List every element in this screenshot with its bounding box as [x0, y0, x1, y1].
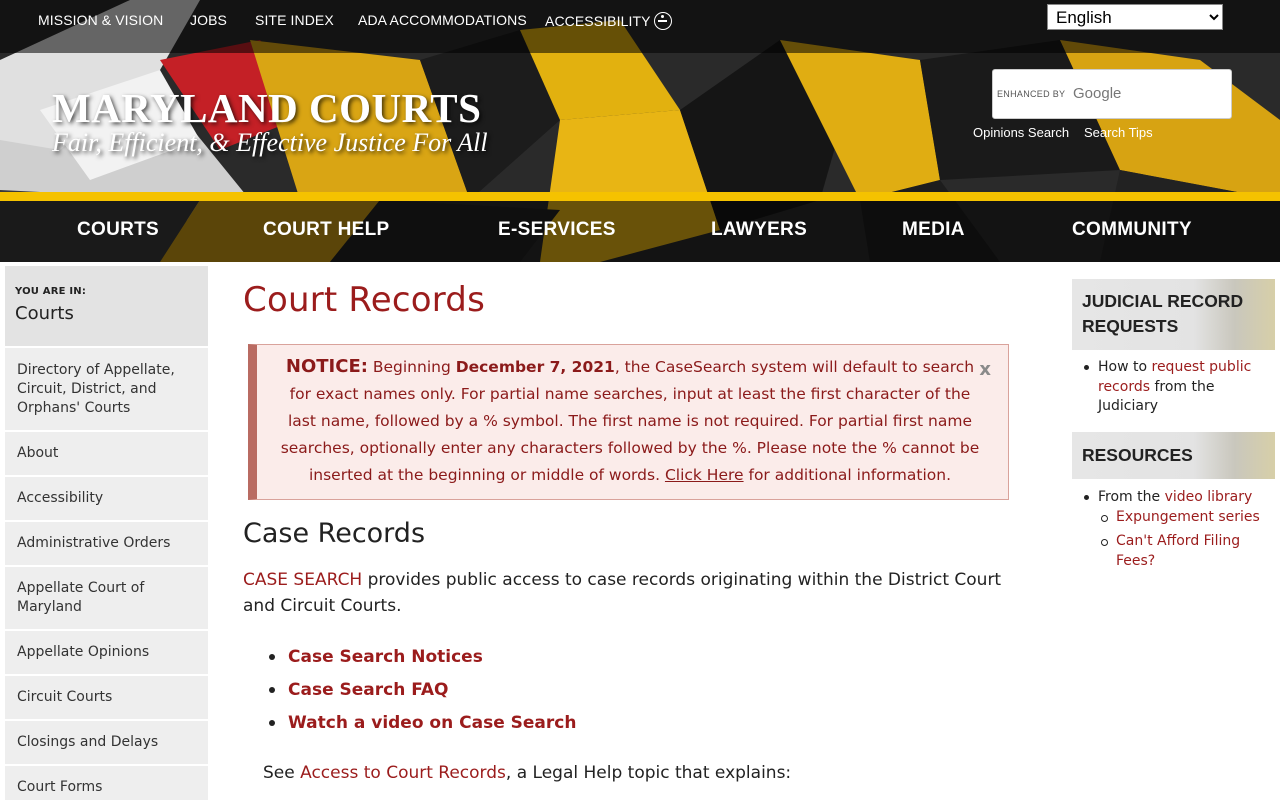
search-tips-link[interactable]: Search Tips: [1084, 125, 1153, 140]
sidebar-item-about[interactable]: About: [5, 430, 208, 475]
notice-text-c: for additional information.: [743, 466, 952, 484]
resources-list-item: From the video library Expungement serie…: [1084, 488, 1274, 571]
expungement-series-link[interactable]: Expungement series: [1116, 509, 1260, 525]
resources-sub-list: Expungement series Can't Afford Filing F…: [1101, 508, 1274, 572]
enhanced-by-label: ENHANCED BY: [997, 89, 1066, 99]
you-are-in-box: YOU ARE IN: Courts: [5, 266, 208, 346]
accessibility-link-label: ACCESSIBILITY: [545, 13, 651, 29]
cant-afford-filing-fees-link[interactable]: Can't Afford Filing Fees?: [1116, 533, 1240, 569]
access-records-line: See Access to Court Records, a Legal Hel…: [263, 763, 791, 783]
notice-close-button[interactable]: x: [979, 359, 991, 380]
judicial-record-requests-heading: JUDICIAL RECORD REQUESTS: [1072, 279, 1275, 350]
records-list: How to request public records from the J…: [1084, 358, 1264, 417]
notice-date: December 7, 2021: [455, 358, 615, 376]
notice-click-here-link[interactable]: Click Here: [665, 466, 744, 484]
page-title: Court Records: [243, 280, 485, 320]
case-search-video-link[interactable]: Watch a video on Case Search: [267, 710, 576, 743]
site-tagline: Fair, Efficient, & Effective Justice For…: [52, 128, 488, 157]
mission-vision-link[interactable]: MISSION & VISION: [38, 12, 163, 28]
case-search-faq-link[interactable]: Case Search FAQ: [267, 677, 576, 710]
notice-label: NOTICE:: [285, 356, 368, 377]
records-list-item: How to request public records from the J…: [1084, 358, 1264, 417]
you-are-in-label: YOU ARE IN:: [15, 286, 87, 297]
gold-divider: [0, 192, 1280, 201]
cant-afford-fees-link-item: Can't Afford Filing Fees?: [1101, 532, 1274, 571]
resources-text: From the: [1098, 489, 1165, 505]
case-search-links: Case Search Notices Case Search FAQ Watc…: [267, 644, 576, 743]
nav-court-help[interactable]: COURT HELP: [263, 219, 390, 241]
access-to-court-records-link[interactable]: Access to Court Records: [300, 763, 506, 783]
sidebar-item-appellate-opinions[interactable]: Appellate Opinions: [5, 629, 208, 674]
sidebar-item-closings-delays[interactable]: Closings and Delays: [5, 719, 208, 764]
main-nav: COURTS COURT HELP E-SERVICES LAWYERS MED…: [0, 201, 1280, 262]
notice-text-a: Beginning: [367, 358, 456, 376]
sidebar-item-directory[interactable]: Directory of Appellate, Circuit, Distric…: [5, 346, 208, 430]
resources-heading: RESOURCES: [1072, 432, 1275, 479]
video-library-link[interactable]: video library: [1165, 489, 1253, 505]
sidebar-item-appellate-court[interactable]: Appellate Court of Maryland: [5, 565, 208, 629]
site-index-link[interactable]: SITE INDEX: [255, 12, 334, 28]
site-header: MISSION & VISION JOBS SITE INDEX ADA ACC…: [0, 0, 1280, 262]
current-section[interactable]: Courts: [15, 303, 198, 324]
see-suffix: , a Legal Help topic that explains:: [505, 763, 792, 783]
case-search-intro: CASE SEARCH provides public access to ca…: [243, 567, 1013, 619]
case-search-link[interactable]: CASE SEARCH: [243, 570, 362, 590]
expungement-series-link-item: Expungement series: [1101, 508, 1274, 528]
sidebar-item-court-forms[interactable]: Court Forms: [5, 764, 208, 800]
left-sidebar: YOU ARE IN: Courts Directory of Appellat…: [5, 266, 208, 800]
nav-lawyers[interactable]: LAWYERS: [711, 219, 807, 241]
case-search-notices-link[interactable]: Case Search Notices: [267, 644, 576, 677]
sidebar-item-accessibility[interactable]: Accessibility: [5, 475, 208, 520]
nav-e-services[interactable]: E-SERVICES: [498, 219, 616, 241]
nav-community[interactable]: COMMUNITY: [1072, 219, 1192, 241]
opinions-search-link[interactable]: Opinions Search: [973, 125, 1069, 140]
accessibility-link[interactable]: ACCESSIBILITY: [545, 12, 672, 30]
resources-list: From the video library Expungement serie…: [1084, 488, 1274, 571]
jobs-link[interactable]: JOBS: [190, 12, 227, 28]
ada-accommodations-link[interactable]: ADA ACCOMMODATIONS: [358, 12, 527, 28]
records-text-a: How to: [1098, 359, 1152, 375]
sidebar-item-administrative-orders[interactable]: Administrative Orders: [5, 520, 208, 565]
nav-media[interactable]: MEDIA: [902, 219, 965, 241]
see-prefix: See: [263, 763, 301, 783]
language-select[interactable]: English: [1047, 4, 1223, 30]
site-title[interactable]: MARYLAND COURTS: [52, 84, 481, 132]
google-logo: Google: [1073, 85, 1122, 102]
main-content: Court Records NOTICE: Beginning December…: [243, 280, 1013, 783]
notice-text: NOTICE: Beginning December 7, 2021, the …: [275, 353, 985, 489]
notice-banner: NOTICE: Beginning December 7, 2021, the …: [248, 344, 1009, 500]
accessibility-icon: [653, 12, 672, 30]
sidebar-item-circuit-courts[interactable]: Circuit Courts: [5, 674, 208, 719]
nav-courts[interactable]: COURTS: [77, 219, 159, 241]
case-records-heading: Case Records: [243, 518, 426, 549]
search-input[interactable]: ENHANCED BY Google: [992, 69, 1232, 119]
